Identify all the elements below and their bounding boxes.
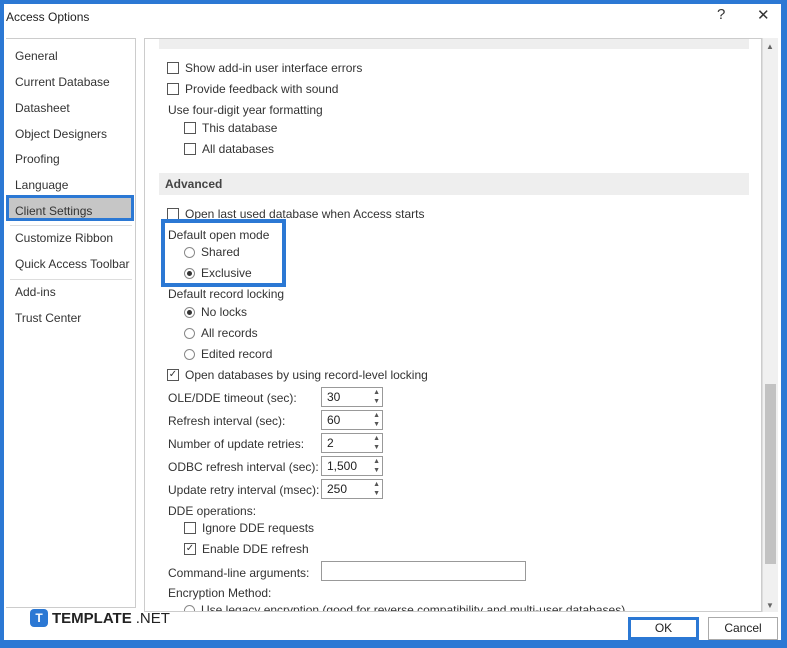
sidebar-item-add-ins[interactable]: Add-ins xyxy=(15,285,56,299)
advanced-section-header: Advanced xyxy=(159,173,749,195)
no-locks-radio[interactable]: No locks xyxy=(184,305,247,319)
ok-button[interactable]: OK xyxy=(628,617,699,640)
record-level-locking-checkbox[interactable]: ✓ Open databases by using record-level lo… xyxy=(167,368,428,382)
sidebar-item-object-designers[interactable]: Object Designers xyxy=(15,127,107,141)
help-button[interactable]: ? xyxy=(717,6,725,23)
cmdline-input[interactable] xyxy=(321,561,526,581)
ignore-dde-checkbox[interactable]: Ignore DDE requests xyxy=(184,521,314,535)
general-section-header xyxy=(159,39,749,49)
scroll-down-icon[interactable]: ▼ xyxy=(766,601,774,610)
edited-record-radio[interactable]: Edited record xyxy=(184,347,272,361)
shared-radio[interactable]: Shared xyxy=(184,245,240,259)
template-net-watermark: T TEMPLATE .NET xyxy=(30,609,170,627)
odbc-refresh-stepper[interactable]: 1,500 ▲ ▼ xyxy=(321,456,383,476)
update-retries-label: Number of update retries: xyxy=(168,437,305,451)
close-icon[interactable]: ✕ xyxy=(757,6,770,24)
cancel-button[interactable]: Cancel xyxy=(708,617,778,640)
sidebar-item-datasheet[interactable]: Datasheet xyxy=(15,101,70,115)
refresh-interval-stepper[interactable]: 60 ▲ ▼ xyxy=(321,410,383,430)
ole-timeout-label: OLE/DDE timeout (sec): xyxy=(168,391,297,405)
record-locking-label: Default record locking xyxy=(168,287,285,301)
sidebar-item-trust-center[interactable]: Trust Center xyxy=(15,311,81,325)
update-retry-interval-label: Update retry interval (msec): xyxy=(168,483,320,497)
sidebar-item-client-settings[interactable]: Client Settings xyxy=(15,204,92,218)
dde-operations-label: DDE operations: xyxy=(168,504,257,518)
enable-dde-refresh-checkbox[interactable]: ✓ Enable DDE refresh xyxy=(184,542,309,556)
all-records-radio[interactable]: All records xyxy=(184,326,258,340)
sidebar: General Current Database Datasheet Objec… xyxy=(6,38,136,608)
encryption-method-label: Encryption Method: xyxy=(168,586,272,600)
cmdline-label: Command-line arguments: xyxy=(168,566,310,580)
access-options-dialog: Access Options ? ✕ General Current Datab… xyxy=(4,4,781,640)
refresh-interval-label: Refresh interval (sec): xyxy=(168,414,286,428)
divider xyxy=(10,225,132,226)
scroll-thumb[interactable] xyxy=(765,384,776,564)
ole-timeout-stepper[interactable]: 30 ▲ ▼ xyxy=(321,387,383,407)
odbc-refresh-label: ODBC refresh interval (sec): xyxy=(168,460,319,474)
feedback-sound-checkbox[interactable]: Provide feedback with sound xyxy=(167,82,338,96)
exclusive-radio[interactable]: Exclusive xyxy=(184,266,252,280)
update-retries-stepper[interactable]: 2 ▲ ▼ xyxy=(321,433,383,453)
update-retry-interval-stepper[interactable]: 250 ▲ ▼ xyxy=(321,479,383,499)
sidebar-item-current-database[interactable]: Current Database xyxy=(15,75,110,89)
scrollbar[interactable]: ▲ ▼ xyxy=(762,38,778,612)
legacy-encryption-radio[interactable]: Use legacy encryption (good for reverse … xyxy=(184,603,625,611)
all-databases-checkbox[interactable]: All databases xyxy=(184,142,274,156)
this-database-checkbox[interactable]: This database xyxy=(184,121,277,135)
sidebar-item-proofing[interactable]: Proofing xyxy=(15,152,60,166)
sidebar-item-general[interactable]: General xyxy=(15,49,58,63)
scroll-up-icon[interactable]: ▲ xyxy=(766,42,774,51)
four-digit-label: Use four-digit year formatting xyxy=(168,103,323,117)
sidebar-item-customize-ribbon[interactable]: Customize Ribbon xyxy=(15,231,113,245)
show-addin-errors-checkbox[interactable]: Show add-in user interface errors xyxy=(167,61,362,75)
sidebar-item-quick-access-toolbar[interactable]: Quick Access Toolbar xyxy=(15,257,130,271)
divider xyxy=(10,279,132,280)
settings-panel: Show add-in user interface errors Provid… xyxy=(144,38,762,612)
default-open-mode-label: Default open mode xyxy=(168,228,270,242)
sidebar-item-language[interactable]: Language xyxy=(15,178,68,192)
window-title: Access Options xyxy=(6,10,90,24)
